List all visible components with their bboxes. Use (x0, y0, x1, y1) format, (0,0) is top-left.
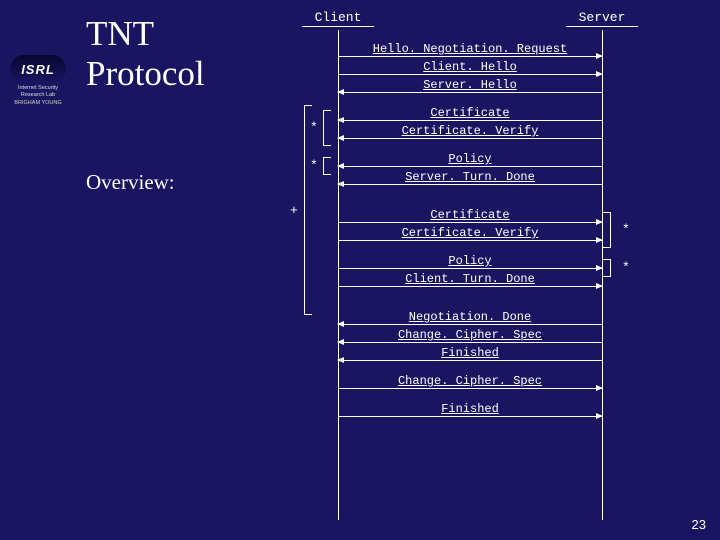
logo-univ: BRIGHAM YOUNG (8, 100, 68, 106)
bracket-cert-2 (610, 212, 611, 248)
msg-certificate-1: Certificate (338, 103, 602, 121)
messages: Hello. Negotiation. Request Client. Hell… (260, 39, 680, 417)
msg-client-hello: Client. Hello (338, 57, 602, 75)
marker-star-4: * (622, 260, 630, 275)
logo-sub: Internet Security Research Lab (8, 85, 68, 98)
msg-client-turn-done: Client. Turn. Done (338, 269, 602, 287)
bracket-policy-1 (323, 157, 324, 175)
subtitle: Overview: (86, 170, 175, 195)
msg-cert-verify-2: Certificate. Verify (338, 223, 602, 241)
msg-server-turn-done: Server. Turn. Done (338, 167, 602, 185)
bracket-cert-1 (323, 110, 324, 146)
msg-server-hello: Server. Hello (338, 75, 602, 93)
msg-change-cipher-1: Change. Cipher. Spec (338, 325, 602, 343)
marker-plus: + (290, 203, 298, 218)
page-title: TNT Protocol (86, 14, 205, 95)
msg-neg-done: Negotiation. Done (338, 307, 602, 325)
sequence-diagram: Client Server Hello. Negotiation. Reques… (260, 10, 680, 417)
bracket-plus (304, 105, 305, 315)
logo-badge: ISRL (10, 55, 66, 83)
logo: ISRL Internet Security Research Lab BRIG… (8, 55, 68, 106)
msg-finished-1: Finished (338, 343, 602, 361)
msg-hello-neg-request: Hello. Negotiation. Request (338, 39, 602, 57)
marker-star-1: * (310, 120, 318, 135)
msg-policy-1: Policy (338, 149, 602, 167)
title-line-2: Protocol (86, 54, 205, 94)
msg-change-cipher-2: Change. Cipher. Spec (338, 371, 602, 389)
msg-finished-2: Finished (338, 399, 602, 417)
actor-server: Server (566, 10, 638, 27)
msg-cert-verify-1: Certificate. Verify (338, 121, 602, 139)
msg-certificate-2: Certificate (338, 205, 602, 223)
marker-star-3: * (622, 222, 630, 237)
page-number: 23 (692, 517, 706, 532)
marker-star-2: * (310, 158, 318, 173)
msg-policy-2: Policy (338, 251, 602, 269)
actor-client: Client (302, 10, 374, 27)
title-line-1: TNT (86, 14, 205, 54)
bracket-policy-2 (610, 259, 611, 277)
